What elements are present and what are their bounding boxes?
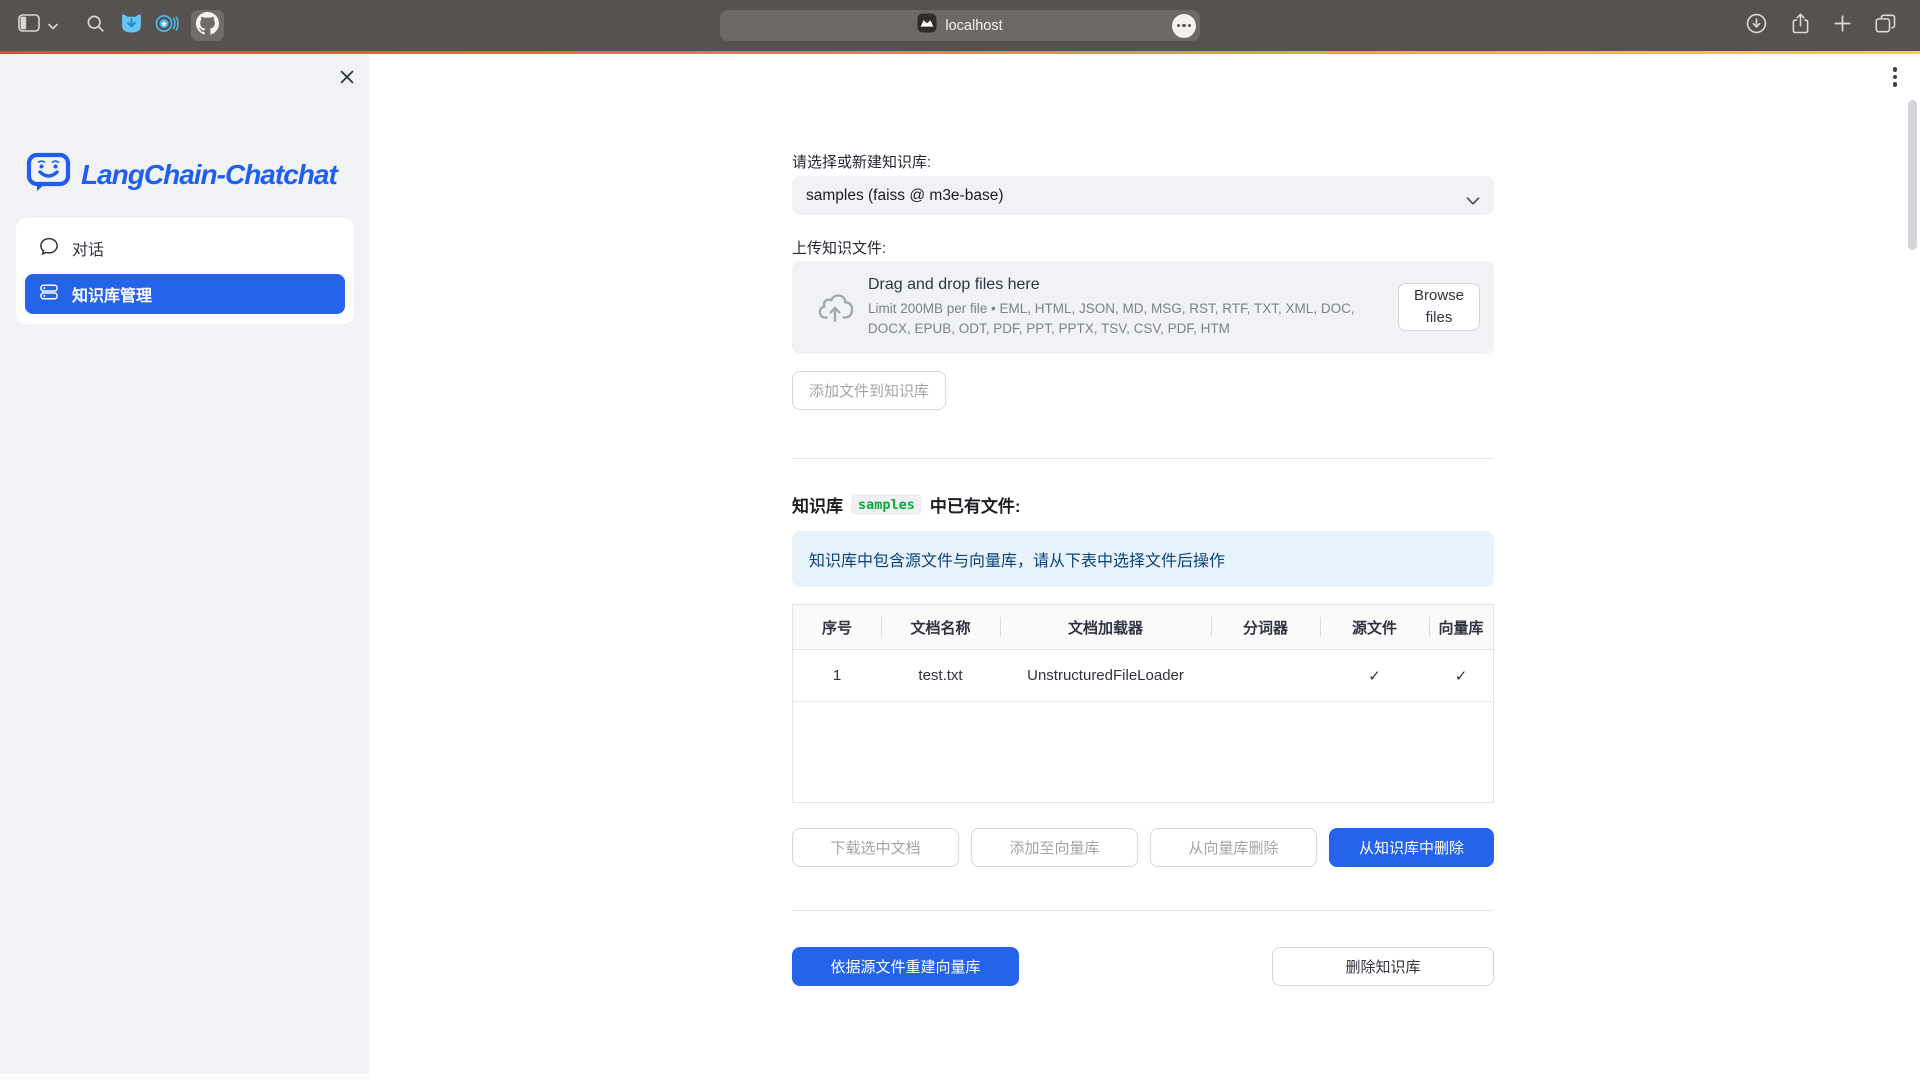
app-menu-kebab-button[interactable] bbox=[1888, 62, 1902, 92]
page-scrollbar-thumb[interactable] bbox=[1908, 100, 1917, 250]
dropzone-instructions: Drag and drop files here Limit 200MB per… bbox=[868, 276, 1388, 338]
upload-label: 上传知识文件: bbox=[792, 237, 886, 258]
github-icon bbox=[196, 12, 219, 40]
table-header-row: 序号 文档名称 文档加载器 分词器 源文件 向量库 bbox=[793, 605, 1493, 650]
info-banner: 知识库中包含源文件与向量库，请从下表中选择文件后操作 bbox=[792, 531, 1494, 587]
address-bar[interactable]: localhost bbox=[720, 10, 1200, 41]
rebuild-vectorstore-button[interactable]: 依据源文件重建向量库 bbox=[792, 947, 1019, 986]
chevron-down-icon bbox=[48, 17, 58, 35]
app-logo-text: LangChain-Chatchat bbox=[81, 159, 337, 191]
close-icon bbox=[339, 69, 355, 90]
chevron-down-icon bbox=[1466, 192, 1480, 210]
app-sidebar: LangChain-Chatchat 对话 知识库管理 bbox=[0, 54, 369, 1080]
chat-bubble-icon bbox=[39, 236, 59, 261]
chatchat-logo-icon bbox=[26, 150, 71, 199]
kb-name-code: samples bbox=[851, 494, 922, 515]
divider bbox=[792, 910, 1494, 911]
table-header-cell: 分词器 bbox=[1211, 605, 1320, 649]
site-favicon bbox=[917, 13, 937, 38]
dropzone-limit-text: Limit 200MB per file • EML, HTML, JSON, … bbox=[868, 299, 1388, 338]
table-row[interactable]: 1 test.txt UnstructuredFileLoader ✓ ✓ bbox=[793, 650, 1493, 702]
sidebar-toggle-icon bbox=[18, 14, 40, 37]
kb-files-table: 序号 文档名称 文档加载器 分词器 源文件 向量库 1 test.txt Uns… bbox=[792, 604, 1494, 803]
extension-rings-button[interactable] bbox=[155, 0, 179, 51]
cloud-upload-icon bbox=[817, 292, 855, 328]
cell-index: 1 bbox=[793, 650, 881, 701]
divider bbox=[792, 458, 1494, 459]
heading-suffix: 中已有文件: bbox=[930, 492, 1021, 517]
extension-cat-button[interactable] bbox=[120, 0, 143, 51]
app-logo: LangChain-Chatchat bbox=[26, 150, 337, 199]
cat-download-icon bbox=[120, 13, 143, 39]
search-icon bbox=[86, 14, 105, 38]
add-to-vectorstore-button[interactable]: 添加至向量库 bbox=[971, 828, 1138, 867]
download-button[interactable] bbox=[1746, 13, 1767, 39]
kb-select[interactable]: samples (faiss @ m3e-base) bbox=[792, 176, 1494, 215]
kb-select-value: samples (faiss @ m3e-base) bbox=[806, 187, 1004, 205]
cell-vector-check: ✓ bbox=[1429, 650, 1493, 701]
cell-loader: UnstructuredFileLoader bbox=[1000, 650, 1211, 701]
table-header-cell: 文档名称 bbox=[881, 605, 1000, 649]
file-action-buttons: 下载选中文档 添加至向量库 从向量库删除 从知识库中删除 bbox=[792, 828, 1494, 867]
sidebar-item-chat[interactable]: 对话 bbox=[25, 228, 345, 268]
sidebar-toggle-button[interactable] bbox=[18, 0, 58, 51]
cell-doc-name: test.txt bbox=[881, 650, 1000, 701]
cell-source-check: ✓ bbox=[1320, 650, 1429, 701]
heading-prefix: 知识库 bbox=[792, 492, 843, 517]
sidebar-item-label: 知识库管理 bbox=[72, 282, 152, 306]
kb-files-heading: 知识库 samples 中已有文件: bbox=[792, 492, 1021, 517]
delete-from-kb-button[interactable]: 从知识库中删除 bbox=[1329, 828, 1494, 867]
rings-star-icon bbox=[155, 13, 179, 39]
delete-kb-button[interactable]: 删除知识库 bbox=[1272, 947, 1494, 986]
download-selected-button[interactable]: 下载选中文档 bbox=[792, 828, 959, 867]
browse-files-button[interactable]: Browse files bbox=[1398, 283, 1480, 331]
sidebar-nav: 对话 知识库管理 bbox=[16, 218, 354, 324]
sidebar-item-label: 对话 bbox=[72, 236, 104, 260]
table-header-cell: 源文件 bbox=[1320, 605, 1429, 649]
kb-action-buttons: 依据源文件重建向量库 删除知识库 bbox=[792, 947, 1494, 986]
app-page: LangChain-Chatchat 对话 知识库管理 请选择或新建知识库: s… bbox=[0, 54, 1920, 1080]
extensions-more-button[interactable] bbox=[1172, 14, 1196, 38]
table-header-cell: 向量库 bbox=[1429, 605, 1493, 649]
cell-splitter bbox=[1211, 650, 1320, 701]
table-header-cell: 文档加载器 bbox=[1000, 605, 1211, 649]
table-header-cell: 序号 bbox=[793, 605, 881, 649]
new-tab-button[interactable] bbox=[1834, 15, 1851, 37]
browser-toolbar: localhost bbox=[0, 0, 1920, 51]
add-files-to-kb-button[interactable]: 添加文件到知识库 bbox=[792, 371, 946, 410]
sidebar-bottom-strip bbox=[0, 1073, 369, 1080]
tab-overview-button[interactable] bbox=[1875, 14, 1896, 38]
kb-select-label: 请选择或新建知识库: bbox=[792, 151, 931, 172]
database-stack-icon bbox=[39, 282, 59, 307]
extension-github-button[interactable] bbox=[191, 10, 224, 41]
share-button[interactable] bbox=[1791, 12, 1810, 40]
dropzone-title: Drag and drop files here bbox=[868, 276, 1388, 294]
search-button[interactable] bbox=[86, 0, 105, 51]
main-content: 请选择或新建知识库: samples (faiss @ m3e-base) 上传… bbox=[792, 54, 1494, 1080]
sidebar-close-button[interactable] bbox=[337, 69, 357, 89]
sidebar-item-knowledge-base[interactable]: 知识库管理 bbox=[25, 274, 345, 314]
address-url: localhost bbox=[945, 18, 1002, 34]
file-dropzone[interactable]: Drag and drop files here Limit 200MB per… bbox=[792, 261, 1494, 354]
delete-from-vectorstore-button[interactable]: 从向量库删除 bbox=[1150, 828, 1317, 867]
